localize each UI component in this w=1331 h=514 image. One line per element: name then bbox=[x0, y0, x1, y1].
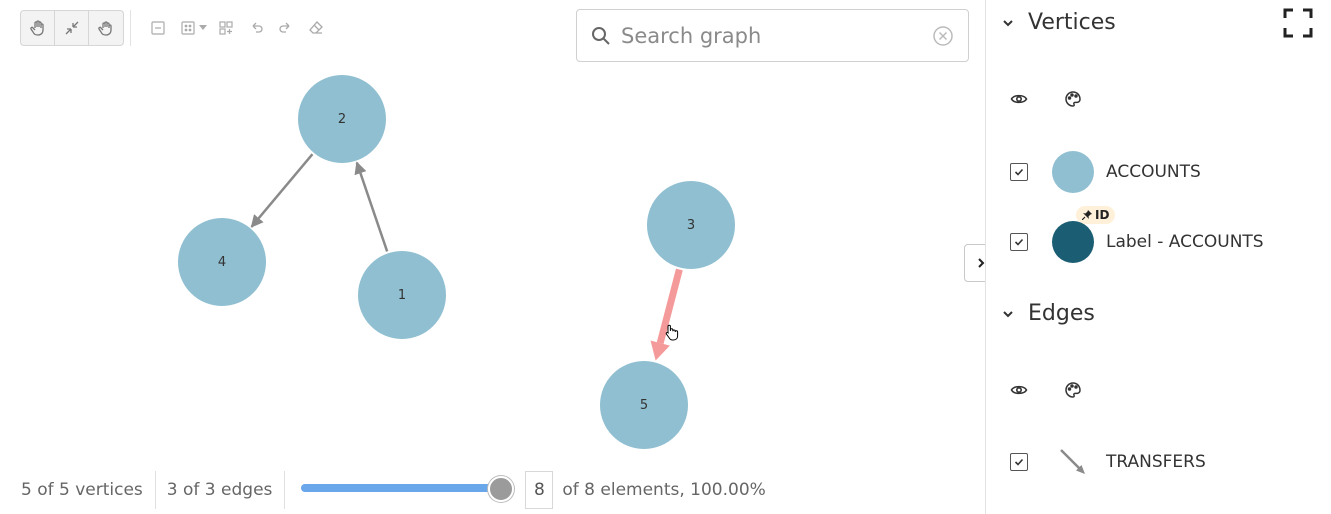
legend-item-label-accounts[interactable]: Label - ACCOUNTS bbox=[1010, 221, 1264, 263]
edges-layer bbox=[250, 153, 683, 361]
hand-cursor-icon bbox=[665, 324, 679, 341]
vertices-title: Vertices bbox=[1028, 10, 1116, 35]
palette-icon bbox=[1065, 382, 1081, 398]
slider-thumb[interactable] bbox=[488, 476, 515, 502]
vertex-4[interactable]: 4 bbox=[178, 218, 266, 306]
edges-title: Edges bbox=[1028, 301, 1095, 326]
edges-color-button[interactable] bbox=[1064, 381, 1118, 399]
edge-1-2[interactable] bbox=[354, 161, 389, 252]
vertex-1[interactable]: 1 bbox=[358, 251, 446, 339]
vertex-label: 1 bbox=[398, 288, 406, 303]
graph-canvas[interactable]: 2 4 1 3 5 bbox=[0, 0, 985, 470]
check-icon bbox=[1014, 458, 1024, 466]
palette-icon bbox=[1065, 91, 1081, 107]
legend-item-accounts[interactable]: ACCOUNTS bbox=[1010, 151, 1201, 193]
edges-tools bbox=[1010, 381, 1118, 399]
check-icon bbox=[1014, 168, 1024, 176]
element-slider[interactable] bbox=[301, 476, 515, 502]
vertices-visibility-button[interactable] bbox=[1010, 90, 1064, 108]
pin-icon bbox=[1082, 210, 1092, 220]
vertices-layer: 2 4 1 3 5 bbox=[178, 75, 735, 449]
edge-arrow-icon bbox=[1052, 441, 1094, 483]
legend-label: TRANSFERS bbox=[1106, 452, 1206, 472]
check-icon bbox=[1014, 238, 1024, 246]
vertices-tools bbox=[1010, 90, 1118, 108]
edge-2-4[interactable] bbox=[250, 153, 314, 228]
edge-arrowhead bbox=[650, 340, 670, 361]
vertices-section-header[interactable]: Vertices bbox=[1002, 10, 1116, 35]
edges-visibility-button[interactable] bbox=[1010, 381, 1064, 399]
checkbox[interactable] bbox=[1010, 453, 1028, 471]
status-bar: 5 of 5 vertices 3 of 3 edges 8 of 8 elem… bbox=[0, 470, 985, 510]
legend-item-transfers[interactable]: TRANSFERS bbox=[1010, 441, 1206, 483]
legend-label: ACCOUNTS bbox=[1106, 162, 1201, 182]
vertex-label: 2 bbox=[338, 112, 346, 127]
vertex-color-swatch bbox=[1052, 151, 1094, 193]
vertex-count: 5 of 5 vertices bbox=[0, 471, 156, 509]
vertex-3[interactable]: 3 bbox=[647, 181, 735, 269]
checkbox[interactable] bbox=[1010, 233, 1028, 251]
legend-panel: Vertices ACCOUNTS ID Label - ACCOUNTS Ed… bbox=[985, 0, 1331, 514]
chevron-down-icon bbox=[1002, 308, 1018, 320]
vertex-5[interactable]: 5 bbox=[600, 361, 688, 449]
id-badge-text: ID bbox=[1095, 208, 1110, 222]
edge-count: 3 of 3 edges bbox=[156, 471, 286, 509]
eye-icon bbox=[1010, 385, 1028, 395]
vertex-label: 4 bbox=[218, 255, 226, 270]
checkbox[interactable] bbox=[1010, 163, 1028, 181]
vertex-2[interactable]: 2 bbox=[298, 75, 386, 163]
slider-fill bbox=[301, 484, 502, 492]
vertices-color-button[interactable] bbox=[1064, 90, 1118, 108]
element-count-input[interactable]: 8 bbox=[525, 471, 554, 509]
vertex-label: 5 bbox=[640, 398, 648, 413]
fullscreen-icon[interactable] bbox=[1283, 8, 1313, 38]
label-color-swatch bbox=[1052, 221, 1094, 263]
legend-label: Label - ACCOUNTS bbox=[1106, 232, 1264, 252]
element-count-label: of 8 elements, 100.00% bbox=[562, 480, 766, 500]
chevron-down-icon bbox=[1002, 17, 1018, 29]
vertex-label: 3 bbox=[687, 218, 695, 233]
edges-section-header[interactable]: Edges bbox=[1002, 301, 1095, 326]
eye-icon bbox=[1010, 94, 1028, 104]
